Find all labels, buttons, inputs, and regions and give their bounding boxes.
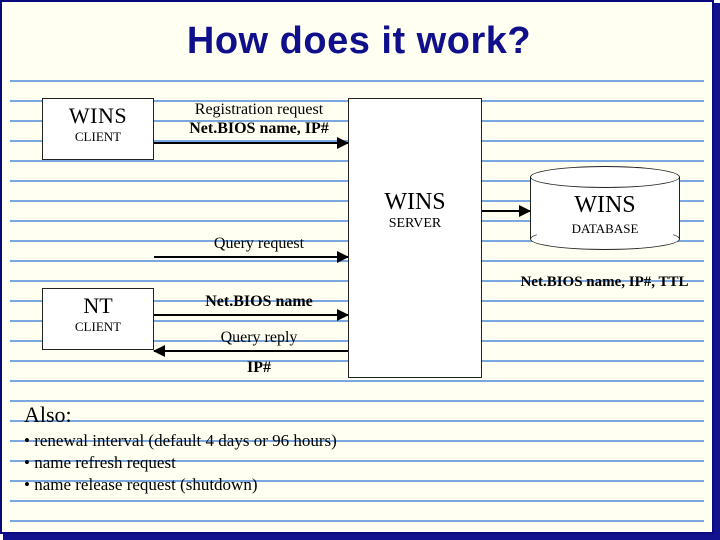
- wins-database-cylinder: WINS DATABASE: [530, 166, 680, 250]
- database-caption: Net.BIOS name, IP#, TTL: [492, 274, 717, 291]
- query-reply-label: Query reply: [170, 328, 348, 347]
- wins-database-title: WINS: [530, 192, 680, 219]
- wins-server-title: WINS: [349, 189, 481, 216]
- also-heading: Also:: [24, 402, 672, 428]
- arrow-server-to-db: [482, 210, 530, 212]
- nt-client-title: NT: [43, 293, 153, 319]
- slide: How does it work? WINS CLIENT NT CLIENT …: [0, 0, 714, 534]
- ip-hash-label: IP#: [170, 358, 348, 377]
- also-item-0: • renewal interval (default 4 days or 96…: [24, 430, 672, 452]
- wins-database-sub: DATABASE: [530, 221, 680, 237]
- wins-client-box: WINS CLIENT: [42, 98, 154, 160]
- query-request-label: Query request: [170, 234, 348, 253]
- wins-client-title: WINS: [43, 103, 153, 129]
- also-item-2: • name release request (shutdown): [24, 474, 672, 496]
- also-item-1: • name refresh request: [24, 452, 672, 474]
- registration-request-line2: Net.BIOS name, IP#: [170, 119, 348, 138]
- arrow-query-request: [154, 256, 348, 258]
- arrow-registration: [154, 142, 348, 144]
- slide-title: How does it work?: [2, 20, 716, 63]
- wins-server-sub: SERVER: [349, 216, 481, 232]
- registration-request-label: Registration request Net.BIOS name, IP#: [170, 100, 348, 138]
- wins-server-box: WINS SERVER: [348, 98, 482, 378]
- nt-client-sub: CLIENT: [43, 319, 153, 335]
- registration-request-line1: Registration request: [170, 100, 348, 119]
- arrow-query-reply: [154, 350, 348, 352]
- arrow-netbios-name: [154, 314, 348, 316]
- nt-client-box: NT CLIENT: [42, 288, 154, 350]
- also-section: Also: • renewal interval (default 4 days…: [24, 402, 672, 496]
- netbios-name-label: Net.BIOS name: [170, 292, 348, 311]
- wins-client-sub: CLIENT: [43, 129, 153, 145]
